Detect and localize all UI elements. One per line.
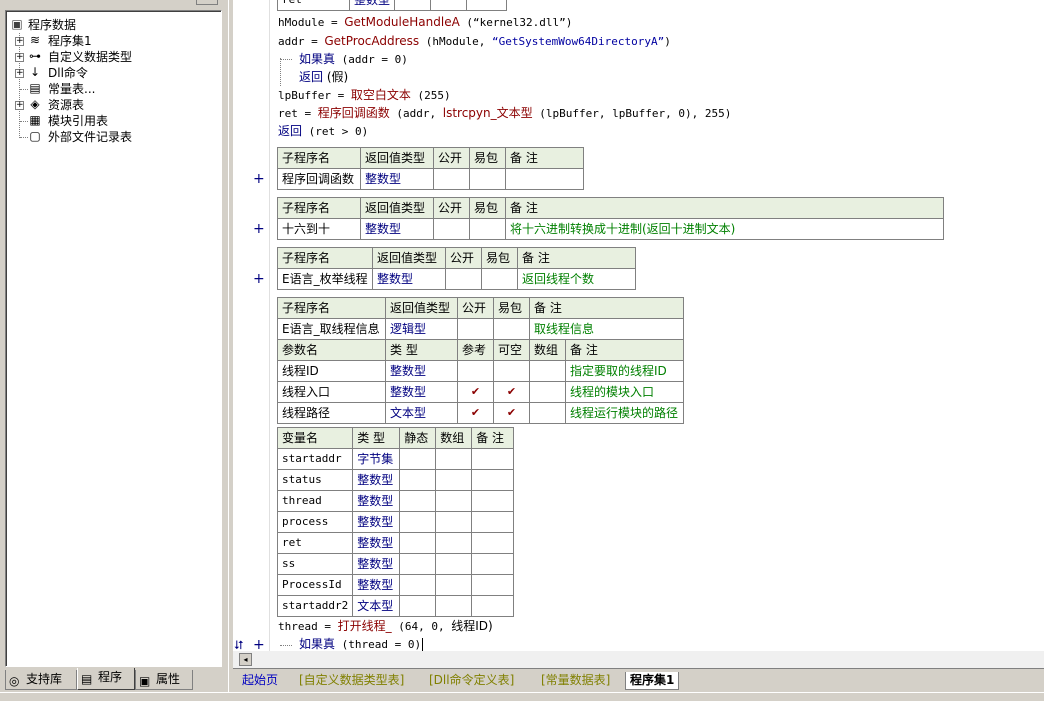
properties-icon: ▣ [139, 674, 151, 688]
code-line[interactable]: 如果真 (addr = 0) [299, 51, 408, 68]
sub-table-threadinfo: 子程序名 返回值类型 公开 易包备 注 E语言_取线程信息 逻辑型 取线程信息 参数名类 … [277, 297, 684, 424]
expand-icon[interactable]: + [15, 53, 24, 62]
tab-program[interactable]: ▤ 程序 [77, 668, 135, 690]
project-tree[interactable]: ▣ 程序数据 + ≋ 程序集1 + ⊶ 自定义数据类型 + ↓ Dll命令 ▤ … [5, 10, 222, 667]
expand-sub-icon[interactable]: + [253, 172, 265, 186]
tab-support-library[interactable]: ◎ 支持库 [5, 670, 77, 690]
expand-icon[interactable]: + [15, 37, 24, 46]
var-row: ProcessId 整数型 [276, 574, 515, 596]
left-panel: ▣ 程序数据 + ≋ 程序集1 + ⊶ 自定义数据类型 + ↓ Dll命令 ▤ … [0, 0, 232, 701]
check-icon: ✔ [457, 402, 494, 424]
sub-table-enum: 子程序名 返回值类型 公开 易包备 注 E语言_枚举线程 整数型 返回线程个数 [277, 247, 636, 290]
var-row: startaddr2 文本型 [276, 595, 515, 617]
param-row: 线程入口 整数型 ✔ ✔ 线程的模块入口 [277, 381, 684, 403]
splitter[interactable] [228, 0, 232, 701]
code-line[interactable]: thread = 打开线程_ (64, 0, 线程ID) [278, 618, 493, 635]
param-row: 线程ID 整数型 指定要取的线程ID [277, 360, 684, 382]
check-icon: ✔ [457, 381, 494, 403]
tab-dll-table[interactable]: [Dll命令定义表] [425, 672, 518, 690]
document-tab-bar: 起始页 [自定义数据类型表] [Dll命令定义表] [常量数据表] 程序集1 [233, 668, 1044, 692]
expand-icon[interactable]: + [15, 101, 24, 110]
code-line[interactable]: hModule = GetModuleHandleA (“kernel32.dl… [278, 14, 572, 31]
text-cursor [422, 638, 424, 651]
library-icon: ◎ [9, 674, 20, 688]
layers-icon: ≋ [29, 33, 41, 47]
partial-var-table: ret整数型 [277, 0, 508, 11]
constant-icon: ▤ [29, 81, 41, 95]
tab-properties[interactable]: ▣ 属性 [135, 670, 193, 690]
code-line-current[interactable]: 如果真 (thread = 0) [299, 636, 424, 651]
expand-line-icon[interactable]: + [253, 638, 265, 651]
var-row: ret 整数型 [276, 532, 515, 554]
project-icon: ▣ [11, 17, 23, 31]
code-line[interactable]: lpBuffer = 取空白文本 (255) [278, 87, 451, 104]
datatype-icon: ⊶ [29, 49, 41, 63]
editor-gutter [233, 0, 270, 651]
resource-icon: ◈ [30, 97, 40, 111]
tab-constant-table[interactable]: [常量数据表] [537, 672, 614, 690]
module-icon: ▦ [29, 113, 41, 127]
var-row: startaddr 字节集 [276, 448, 515, 470]
panel-caption-buttons[interactable] [196, 0, 218, 5]
left-tab-bar: ◎ 支持库 ▤ 程序 ▣ 属性 [5, 668, 227, 692]
var-row: status 整数型 [276, 469, 515, 491]
scroll-left-icon[interactable]: ◂ [239, 653, 252, 666]
tab-assembly-1[interactable]: 程序集1 [625, 672, 680, 690]
code-editor[interactable]: ret整数型 hModule = GetModuleHandleA (“kern… [233, 0, 1044, 651]
program-icon: ▤ [81, 672, 93, 686]
var-row: thread 整数型 [276, 490, 515, 512]
tab-start-page[interactable]: 起始页 [238, 672, 282, 690]
check-icon: ✔ [493, 402, 530, 424]
check-icon: ✔ [493, 381, 530, 403]
expand-sub-icon[interactable]: + [253, 272, 265, 286]
horizontal-scrollbar[interactable]: ◂ [233, 651, 1044, 668]
param-row: 线程路径 文本型 ✔ ✔ 线程运行模块的路径 [277, 402, 684, 424]
code-line[interactable]: 返回 (ret > 0) [278, 123, 368, 140]
dll-icon: ↓ [29, 65, 41, 79]
tab-datatype-table[interactable]: [自定义数据类型表] [295, 672, 408, 690]
file-icon: ▢ [29, 129, 41, 143]
code-line[interactable]: addr = GetProcAddress (hModule, “GetSyst… [278, 33, 671, 50]
status-bar [0, 692, 1044, 701]
tree-root-label: 程序数据 [28, 18, 77, 32]
code-line[interactable]: 返回 (假) [299, 69, 348, 86]
var-row: process 整数型 [276, 511, 515, 533]
var-row: ss 整数型 [276, 553, 515, 575]
sub-table-callback: 子程序名 返回值类型 公开 易包备 注 程序回调函数 整数型 [277, 147, 584, 190]
code-line[interactable]: ret = 程序回调函数 (addr, lstrcpyn_文本型 (lpBuff… [278, 105, 731, 122]
expand-icon[interactable]: + [15, 69, 24, 78]
sub-table-hex: 子程序名 返回值类型 公开 易包备 注 十六到十 整数型 将十六进制转换成十进制(返回十进… [277, 197, 944, 240]
expand-sub-icon[interactable]: + [253, 222, 265, 236]
flow-arrow-icon[interactable]: ⮃ [234, 638, 244, 651]
local-var-table: 变量名类 型静态 数组备 注 startaddr 字节集 status 整数型 thr… [276, 427, 515, 617]
